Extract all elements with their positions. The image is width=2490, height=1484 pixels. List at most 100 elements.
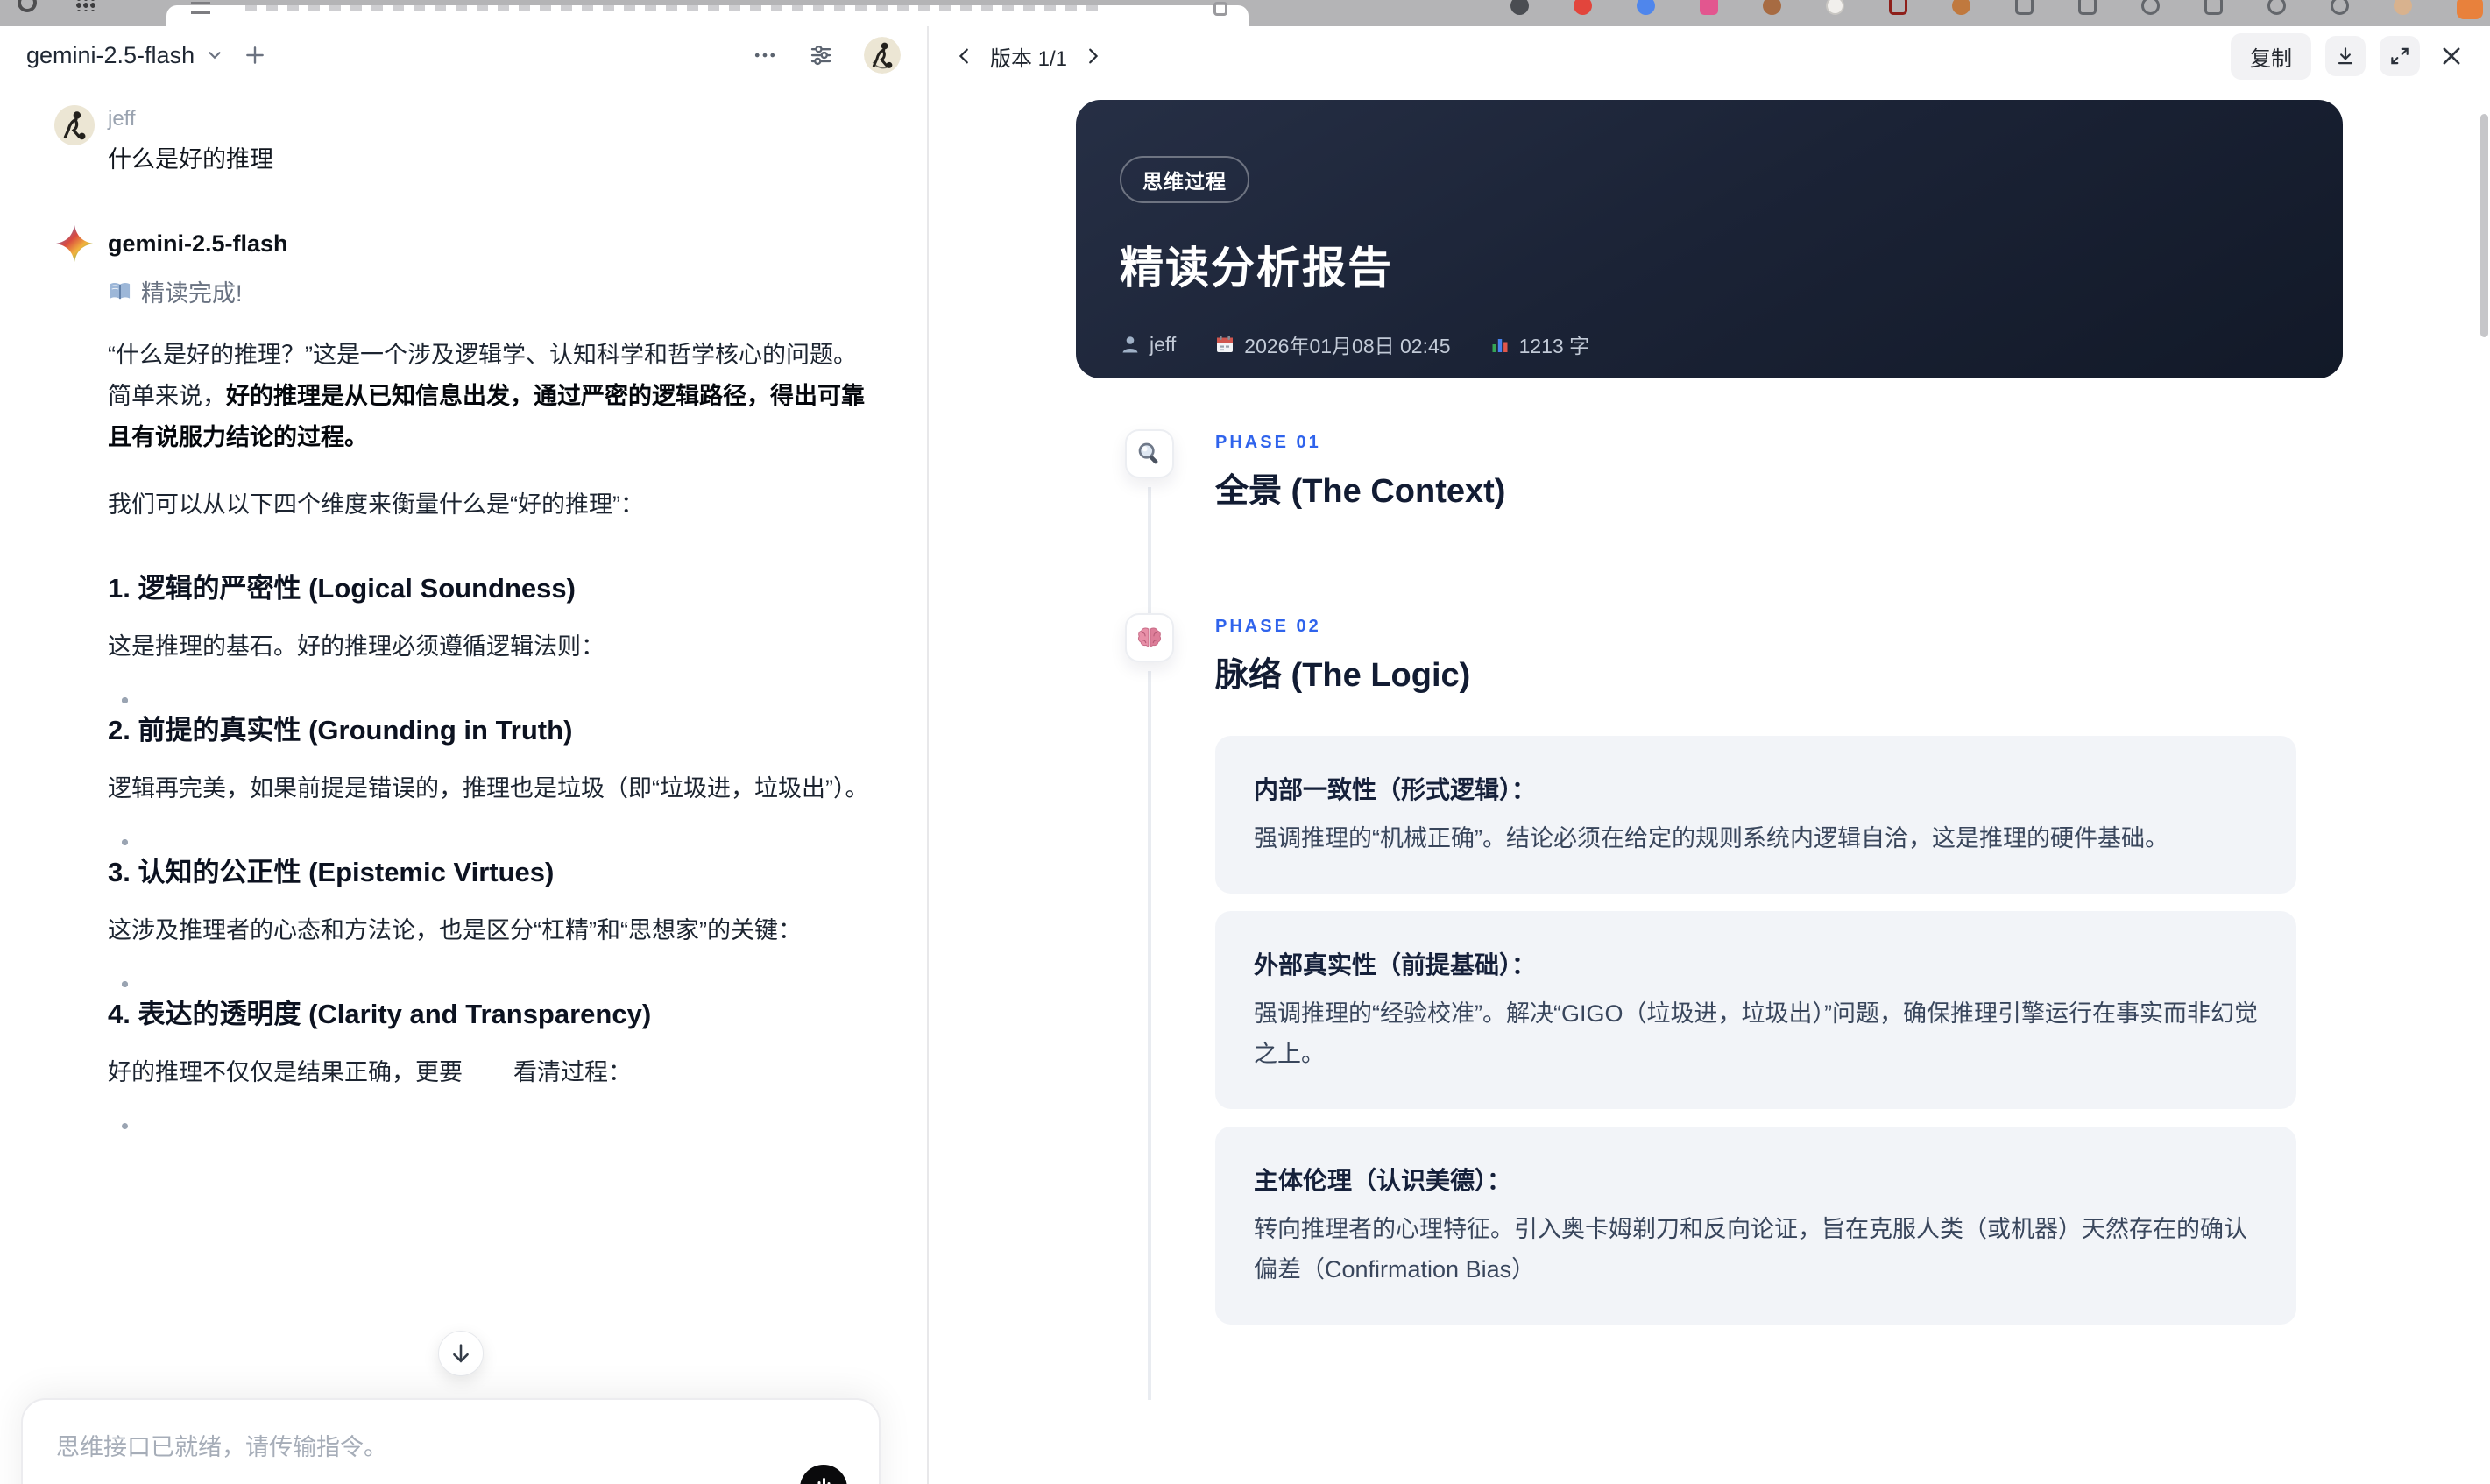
calendar-icon (1217, 336, 1234, 352)
version-nav: 版本 1/1 (955, 41, 1102, 72)
user-name: jeff (108, 107, 136, 131)
hero-badge: 思维过程 (1120, 156, 1249, 203)
new-chat-button[interactable] (244, 44, 266, 67)
brain-icon (1137, 627, 1162, 647)
card-text: 强调推理的“经验校准”。解决“GIGO（垃圾进，垃圾出）”问题，确保推理引擎运行… (1254, 1000, 2258, 1067)
chat-title[interactable]: gemini-2.5-flash (26, 42, 195, 69)
menu-icon (191, 2, 210, 14)
meta-wordcount: 1213 字 (1489, 329, 1589, 359)
artifact-meta: jeff 2026年01月08日 02:45 1213 字 (1120, 329, 2290, 359)
extension-icon-15[interactable] (2394, 0, 2412, 15)
extension-icon-12[interactable] (2204, 0, 2223, 15)
section-heading: 2. 前提的真实性 (Grounding in Truth) (108, 715, 573, 746)
artifact-actions: 复制 (2231, 32, 2469, 80)
chat-section: 1. 逻辑的严密性 (Logical Soundness) 这是推理的基石。好的… (108, 566, 876, 703)
user-message: jeff 什么是好的推理 (54, 105, 876, 174)
phase-icon-box (1125, 429, 1174, 478)
dimension-card: 内部一致性（形式逻辑）： 强调推理的“机械正确”。结论必须在给定的规则系统内逻辑… (1215, 736, 2296, 894)
user-message-text: 什么是好的推理 (108, 146, 273, 173)
person-icon (1122, 336, 1138, 353)
meta-author: jeff (1120, 333, 1176, 357)
extension-icon-8[interactable] (1952, 0, 1970, 15)
phase-label: PHASE 02 (1215, 617, 1321, 636)
browser-tab[interactable] (166, 2, 1249, 26)
scroll-to-bottom-button[interactable] (438, 1331, 484, 1376)
extension-icon-14[interactable] (2331, 0, 2349, 15)
phase-icon-box (1125, 613, 1174, 662)
reload-icon[interactable] (18, 0, 37, 12)
section-heading: 4. 表达的透明度 (Clarity and Transparency) (108, 999, 652, 1029)
extension-icon-4[interactable] (1700, 0, 1718, 15)
phase-cards: 内部一致性（形式逻辑）： 强调推理的“机械正确”。结论必须在给定的规则系统内逻辑… (1215, 736, 2296, 1325)
section-lead: 这涉及推理者的心态和方法论，也是区分“杠精”和“思想家”的关键： (108, 917, 802, 943)
assistant-message: gemini-2.5-flash 精读完成! “什么是好的推理？”这是一个涉及逻… (54, 223, 876, 1129)
phase-icon-column (1125, 613, 1215, 1400)
phase-label: PHASE 01 (1215, 433, 1321, 452)
extension-icon-3[interactable] (1637, 0, 1655, 15)
artifact-title: 精读分析报告 (1120, 244, 1393, 293)
user-avatar (54, 105, 95, 145)
section-lead: 逻辑再完美，如果前提是错误的，推理也是垃圾（即“垃圾进，垃圾出”）。 (108, 775, 869, 802)
chat-header: gemini-2.5-flash (0, 26, 927, 84)
dimension-card: 主体伦理（认识美德）： 转向推理者的心理特征。引入奥卡姆剃刀和反向论证，旨在克服… (1215, 1127, 2296, 1325)
chevron-down-icon[interactable] (205, 46, 224, 65)
chat-section: 4. 表达的透明度 (Clarity and Transparency) 好的推… (108, 992, 876, 1129)
timeline-line (1148, 487, 1151, 627)
section-lead: 这是推理的基石。好的推理必须遵循逻辑法则： (108, 633, 605, 660)
version-label: 版本 1/1 (990, 46, 1068, 71)
user-avatar[interactable] (864, 37, 901, 74)
voice-input-button[interactable] (800, 1465, 847, 1484)
chat-section: 3. 认知的公正性 (Epistemic Virtues) 这涉及推理者的心态和… (108, 850, 876, 987)
expand-button[interactable] (2380, 36, 2420, 76)
arrow-down-icon (453, 1344, 469, 1363)
card-text: 强调推理的“机械正确”。结论必须在给定的规则系统内逻辑自洽，这是推理的硬件基础。 (1254, 825, 2168, 852)
download-icon (2338, 47, 2353, 65)
copy-button[interactable]: 复制 (2231, 32, 2311, 80)
phase-icon-column (1125, 429, 1215, 627)
section-heading: 3. 认知的公正性 (Epistemic Virtues) (108, 857, 555, 887)
extension-icon-1[interactable] (1510, 0, 1529, 15)
scrollbar-thumb[interactable] (2480, 114, 2488, 337)
url-text-remnant (245, 5, 1104, 11)
artifact-hero: 思维过程 精读分析报告 jeff 2026年01月08日 02:45 1213 … (1076, 100, 2343, 378)
book-icon (108, 279, 132, 304)
browser-topbar (0, 0, 2490, 26)
extension-icon-10[interactable] (2078, 0, 2097, 15)
apps-grid-icon[interactable] (75, 0, 96, 11)
assistant-sections: 1. 逻辑的严密性 (Logical Soundness) 这是推理的基石。好的… (108, 566, 876, 1129)
magnifier-icon (1138, 442, 1158, 464)
assistant-intro: “什么是好的推理？”这是一个涉及逻辑学、认知科学和哲学核心的问题。简单来说，好的… (108, 342, 865, 450)
phase: PHASE 01 全景 (The Context) (929, 429, 2490, 627)
artifact-panel: 版本 1/1 复制 思维过程 精读分析报告 jeff 2026年01月08日 0… (929, 26, 2490, 1484)
assistant-name: gemini-2.5-flash (108, 230, 288, 257)
more-options-icon[interactable] (752, 42, 778, 68)
message-list: jeff 什么是好的推理 gemini-2.5-flash 精读完成! “什么是… (0, 84, 927, 1129)
extension-icon-16[interactable] (2457, 0, 2483, 19)
phase-list: PHASE 01 全景 (The Context) PHASE 02 脉络 (T… (929, 429, 2490, 1400)
chevron-right-icon[interactable] (1083, 46, 1102, 66)
gemini-logo-icon (54, 223, 95, 264)
extension-icon-2[interactable] (1574, 0, 1592, 15)
extension-icon-11[interactable] (2141, 0, 2160, 15)
phase-title: 脉络 (The Logic) (1215, 657, 1471, 694)
composer[interactable]: 思维接口已就绪，请传输指令。 (21, 1398, 881, 1484)
close-icon (2443, 47, 2460, 65)
extension-icon-7[interactable] (1889, 0, 1907, 15)
composer-placeholder[interactable]: 思维接口已就绪，请传输指令。 (56, 1428, 845, 1462)
extension-icon-6[interactable] (1826, 0, 1844, 15)
chevron-left-icon[interactable] (955, 46, 974, 66)
model-settings-icon[interactable] (808, 42, 834, 68)
extension-icon-9[interactable] (2015, 0, 2034, 15)
extension-icon-5[interactable] (1763, 0, 1781, 15)
extension-icon-13[interactable] (2267, 0, 2286, 15)
close-button[interactable] (2434, 39, 2469, 74)
meta-datetime: 2026年01月08日 02:45 (1214, 329, 1451, 359)
artifact-toolbar: 版本 1/1 复制 (929, 26, 2490, 86)
extension-row (1510, 0, 2483, 19)
card-text: 转向推理者的心理特征。引入奥卡姆剃刀和反向论证，旨在克服人类（或机器）天然存在的… (1254, 1216, 2247, 1283)
chat-section: 2. 前提的真实性 (Grounding in Truth) 逻辑再完美，如果前… (108, 708, 876, 845)
dimension-card: 外部真实性（前提基础）： 强调推理的“经验校准”。解决“GIGO（垃圾进，垃圾出… (1215, 911, 2296, 1109)
download-button[interactable] (2325, 36, 2366, 76)
assistant-dimensions-lead: 我们可以从以下四个维度来衡量什么是“好的推理”： (108, 491, 644, 518)
card-title: 内部一致性（形式逻辑）： (1254, 776, 1537, 803)
